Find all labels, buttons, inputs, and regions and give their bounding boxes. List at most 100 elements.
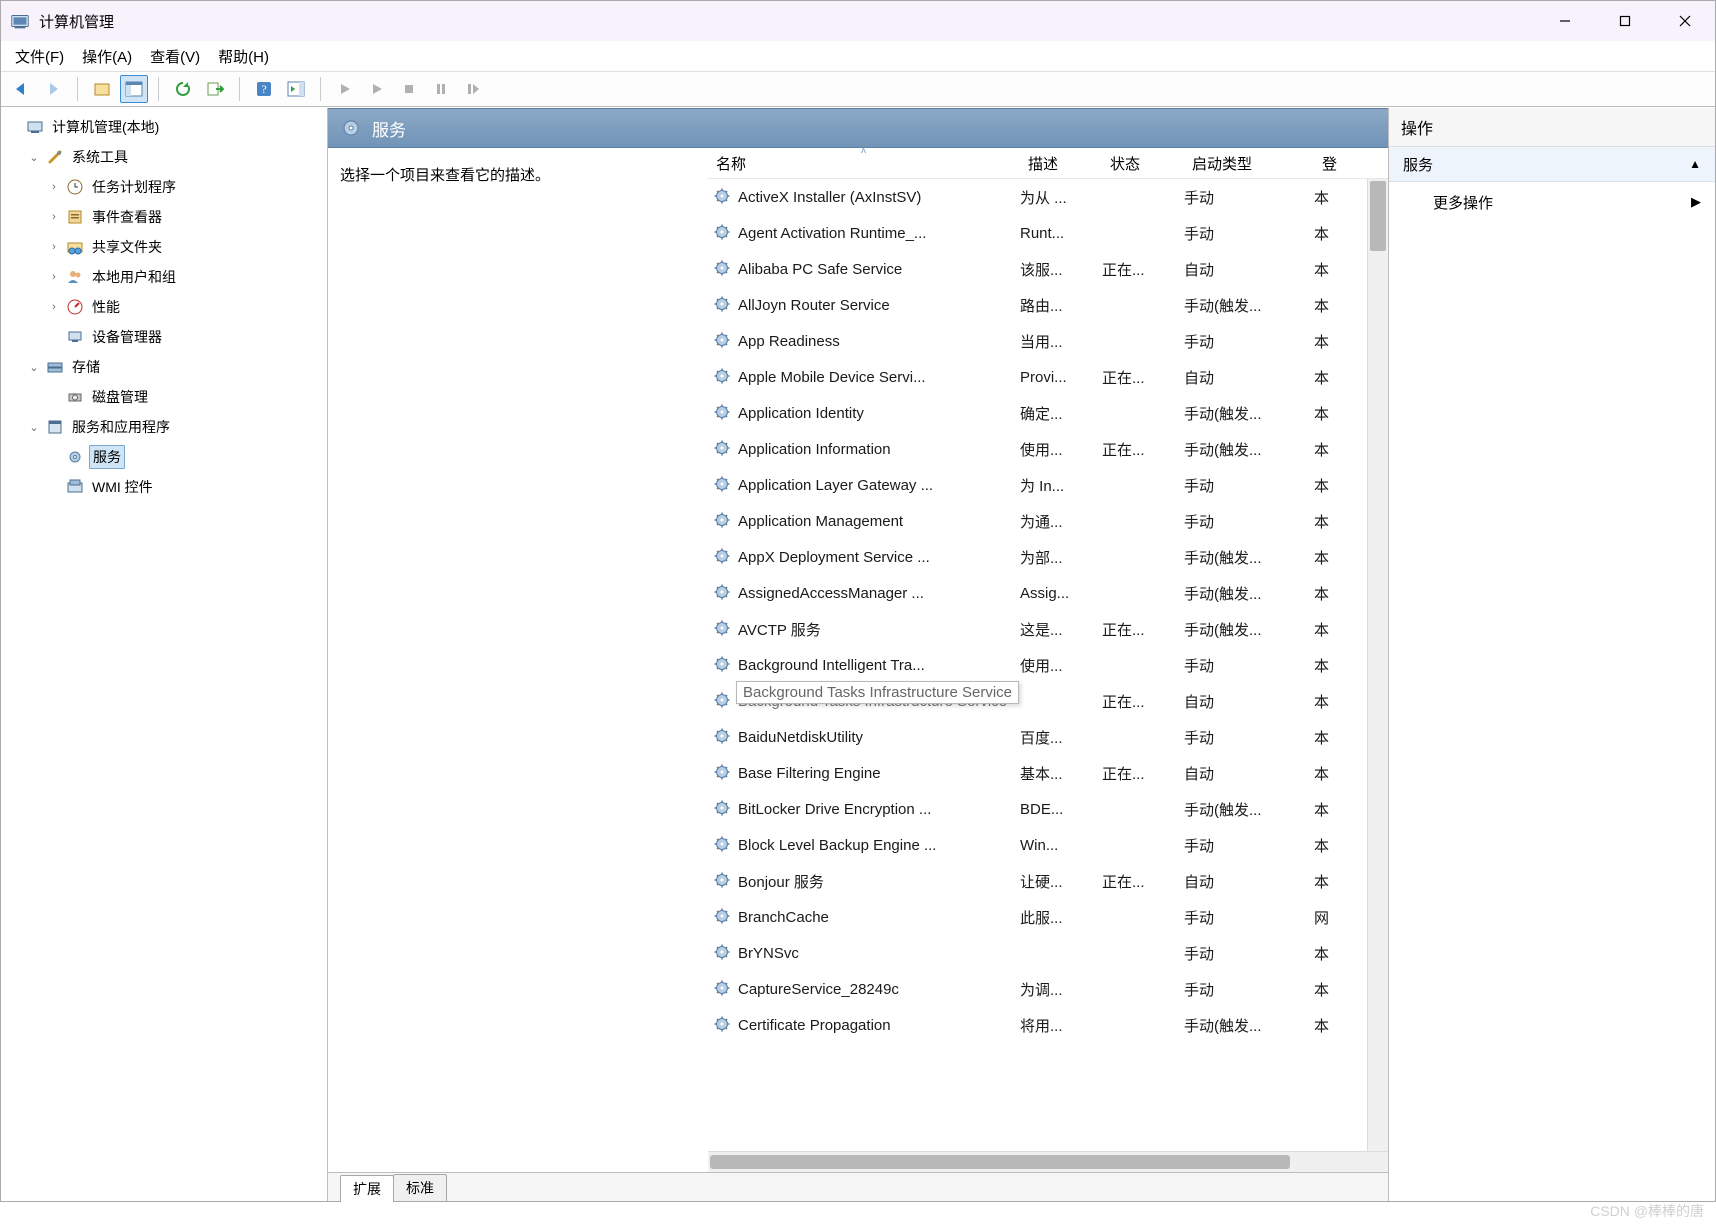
gear-icon <box>714 980 732 998</box>
list-rows-viewport[interactable]: ActiveX Installer (AxInstSV)为从 ...手动本Age… <box>708 179 1388 1151</box>
service-status: 正在... <box>1102 691 1184 712</box>
actions-more[interactable]: 更多操作 ▶ <box>1389 182 1715 222</box>
service-name: Block Level Backup Engine ... <box>738 837 936 854</box>
service-row[interactable]: Bonjour 服务让硬...正在...自动本 <box>708 863 1388 899</box>
tree-wmi-control[interactable]: WMI 控件 <box>45 472 327 502</box>
nav-forward-button[interactable] <box>39 75 67 103</box>
refresh-button[interactable] <box>169 75 197 103</box>
help-button[interactable]: ? <box>250 75 278 103</box>
service-logon: 本 <box>1314 223 1344 244</box>
column-header-status[interactable]: 状态 <box>1102 148 1184 178</box>
service-startup: 自动 <box>1184 691 1314 712</box>
close-button[interactable] <box>1655 1 1715 41</box>
service-row[interactable]: CaptureService_28249c为调...手动本 <box>708 971 1388 1007</box>
service-desc: Runt... <box>1020 225 1102 242</box>
vertical-scrollbar[interactable] <box>1367 179 1388 1151</box>
gear-icon <box>714 944 732 962</box>
service-row[interactable]: Application Information使用...正在...手动(触发..… <box>708 431 1388 467</box>
service-row[interactable]: ActiveX Installer (AxInstSV)为从 ...手动本 <box>708 179 1388 215</box>
tree-performance[interactable]: ›性能 <box>45 292 327 322</box>
gear-icon <box>714 800 732 818</box>
watermark: CSDN @棒棒的唐 <box>1590 1201 1704 1221</box>
console-tree[interactable]: 计算机管理(本地) ⌄ 系统工具 ›任务计划程序 <box>1 108 328 1201</box>
service-startup: 自动 <box>1184 367 1314 388</box>
sort-indicator-icon: ˄ <box>861 146 867 157</box>
tree-event-viewer[interactable]: ›事件查看器 <box>45 202 327 232</box>
menu-file[interactable]: 文件(F) <box>15 46 64 67</box>
tree-shared-folders[interactable]: ›共享文件夹 <box>45 232 327 262</box>
service-row[interactable]: AllJoyn Router Service路由...手动(触发...本 <box>708 287 1388 323</box>
service-logon: 本 <box>1314 655 1344 676</box>
column-header-desc[interactable]: 描述 <box>1020 148 1102 178</box>
menu-view[interactable]: 查看(V) <box>150 46 200 67</box>
column-header-name[interactable]: ˄名称 <box>708 148 1020 178</box>
service-row[interactable]: Background Tasks Infrastructure Service正… <box>708 683 1388 719</box>
service-row[interactable]: Base Filtering Engine基本...正在...自动本 <box>708 755 1388 791</box>
service-start-button[interactable] <box>331 75 359 103</box>
expand-collapse-icon[interactable]: ⌄ <box>27 361 41 374</box>
service-row[interactable]: Background Intelligent Tra...使用...手动本 <box>708 647 1388 683</box>
expand-icon[interactable]: › <box>47 211 61 223</box>
tree-task-scheduler[interactable]: ›任务计划程序 <box>45 172 327 202</box>
menu-action[interactable]: 操作(A) <box>82 46 132 67</box>
collapse-triangle-icon: ▲ <box>1689 157 1701 171</box>
service-play-button[interactable] <box>363 75 391 103</box>
service-desc: 基本... <box>1020 763 1102 784</box>
service-logon: 本 <box>1314 871 1344 892</box>
tree-services[interactable]: 服务 <box>45 442 327 472</box>
vertical-scroll-thumb[interactable] <box>1370 181 1386 251</box>
tree-storage[interactable]: ⌄ 存储 <box>25 352 327 382</box>
column-header-startup[interactable]: 启动类型 <box>1184 148 1314 178</box>
expand-collapse-icon[interactable]: ⌄ <box>27 421 41 434</box>
menu-help[interactable]: 帮助(H) <box>218 46 269 67</box>
service-status: 正在... <box>1102 763 1184 784</box>
nav-back-button[interactable] <box>7 75 35 103</box>
export-list-button[interactable] <box>201 75 229 103</box>
horizontal-scroll-thumb[interactable] <box>710 1155 1290 1169</box>
expand-icon[interactable]: › <box>47 181 61 193</box>
show-hide-console-tree-button[interactable] <box>120 75 148 103</box>
service-row[interactable]: AppX Deployment Service ...为部...手动(触发...… <box>708 539 1388 575</box>
expand-icon[interactable]: › <box>47 301 61 313</box>
tree-device-manager[interactable]: 设备管理器 <box>45 322 327 352</box>
service-row[interactable]: Certificate Propagation将用...手动(触发...本 <box>708 1007 1388 1043</box>
service-row[interactable]: Application Management为通...手动本 <box>708 503 1388 539</box>
tree-disk-management[interactable]: 磁盘管理 <box>45 382 327 412</box>
service-row[interactable]: Apple Mobile Device Servi...Provi...正在..… <box>708 359 1388 395</box>
service-row[interactable]: BitLocker Drive Encryption ...BDE...手动(触… <box>708 791 1388 827</box>
column-header-logon[interactable]: 登 <box>1314 148 1344 178</box>
maximize-button[interactable] <box>1595 1 1655 41</box>
service-row[interactable]: Agent Activation Runtime_...Runt...手动本 <box>708 215 1388 251</box>
tab-extended[interactable]: 扩展 <box>340 1175 394 1202</box>
expand-collapse-icon[interactable]: ⌄ <box>27 151 41 164</box>
service-pause-button[interactable] <box>427 75 455 103</box>
gear-icon <box>714 764 732 782</box>
tree-system-tools[interactable]: ⌄ 系统工具 <box>25 142 327 172</box>
expand-icon[interactable]: › <box>47 241 61 253</box>
service-row[interactable]: Alibaba PC Safe Service该服...正在...自动本 <box>708 251 1388 287</box>
properties-button[interactable] <box>88 75 116 103</box>
service-logon: 本 <box>1314 187 1344 208</box>
service-row[interactable]: App Readiness当用...手动本 <box>708 323 1388 359</box>
actions-section-services[interactable]: 服务 ▲ <box>1389 147 1715 182</box>
app-window: 计算机管理 文件(F) 操作(A) 查看(V) 帮助(H) ? <box>0 0 1716 1202</box>
expand-icon[interactable]: › <box>47 271 61 283</box>
minimize-button[interactable] <box>1535 1 1595 41</box>
service-stop-button[interactable] <box>395 75 423 103</box>
service-row[interactable]: BrYNSvc手动本 <box>708 935 1388 971</box>
show-hide-action-pane-button[interactable] <box>282 75 310 103</box>
tab-standard[interactable]: 标准 <box>393 1174 447 1201</box>
service-row[interactable]: AVCTP 服务这是...正在...手动(触发...本 <box>708 611 1388 647</box>
service-row[interactable]: Block Level Backup Engine ...Win...手动本 <box>708 827 1388 863</box>
service-name: Application Layer Gateway ... <box>738 477 933 494</box>
service-row[interactable]: BaiduNetdiskUtility百度...手动本 <box>708 719 1388 755</box>
tree-local-users-groups[interactable]: ›本地用户和组 <box>45 262 327 292</box>
service-row[interactable]: AssignedAccessManager ...Assig...手动(触发..… <box>708 575 1388 611</box>
tree-services-applications[interactable]: ⌄ 服务和应用程序 <box>25 412 327 442</box>
service-row[interactable]: BranchCache此服...手动网 <box>708 899 1388 935</box>
horizontal-scrollbar[interactable] <box>708 1151 1388 1172</box>
service-restart-button[interactable] <box>459 75 487 103</box>
tree-root[interactable]: 计算机管理(本地) <box>5 112 327 142</box>
service-row[interactable]: Application Layer Gateway ...为 In...手动本 <box>708 467 1388 503</box>
service-row[interactable]: Application Identity确定...手动(触发...本 <box>708 395 1388 431</box>
